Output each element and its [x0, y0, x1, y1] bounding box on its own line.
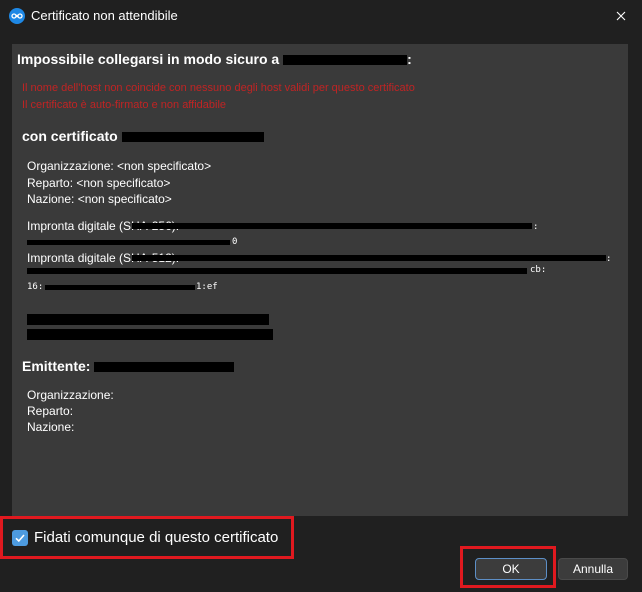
fingerprint-sha512-sep: : — [606, 254, 612, 264]
connection-heading: Impossibile collegarsi in modo sicuro a … — [17, 51, 412, 67]
close-icon — [616, 11, 626, 21]
redacted-fingerprint-sha512-a — [132, 255, 606, 261]
issuer-heading: Emittente: — [22, 358, 235, 374]
error-hostname-mismatch: Il nome dell'host non coincide con nessu… — [22, 82, 415, 94]
fingerprint-sha512-line3-end: 1:ef — [196, 282, 218, 292]
subject-nation: Nazione: <non specificato> — [27, 192, 172, 206]
cancel-button[interactable]: Annulla — [558, 558, 628, 580]
redacted-fingerprint-sha512-b — [27, 268, 527, 274]
trust-certificate-row[interactable]: Fidati comunque di questo certificato — [0, 516, 294, 559]
redacted-issuer-name — [94, 362, 235, 373]
window-title: Certificato non attendibile — [31, 8, 178, 23]
redacted-host — [283, 55, 408, 66]
fingerprint-sha256-end: 0 — [232, 237, 238, 247]
nextcloud-icon — [9, 8, 25, 24]
issuer-organization: Organizzazione: — [27, 388, 114, 402]
fingerprint-sha256-sep: : — [533, 222, 539, 232]
redacted-fingerprint-sha512-c — [45, 285, 195, 290]
certificate-details-panel[interactable]: Impossibile collegarsi in modo sicuro a … — [12, 44, 628, 516]
close-button[interactable] — [610, 6, 632, 26]
ok-button[interactable]: OK — [475, 558, 547, 580]
subject-department: Reparto: <non specificato> — [27, 176, 171, 190]
certificate-heading: con certificato — [22, 128, 264, 144]
redacted-fingerprint-sha256-b — [27, 240, 230, 245]
trust-certificate-checkbox[interactable] — [12, 530, 28, 546]
subject-organization: Organizzazione: <non specificato> — [27, 159, 212, 173]
redacted-fingerprint-sha256-a — [132, 223, 532, 229]
fingerprint-sha512-line2-end: cb: — [530, 265, 547, 275]
redacted-validity-end — [27, 329, 273, 340]
title-bar: Certificato non attendibile — [0, 0, 642, 32]
fingerprint-sha512-line3-start: 16: — [27, 282, 44, 292]
issuer-nation: Nazione: — [27, 420, 75, 434]
error-self-signed: Il certificato è auto-firmato e non affi… — [22, 99, 227, 111]
redacted-validity-start — [27, 314, 269, 325]
issuer-department: Reparto: — [27, 404, 74, 418]
checkmark-icon — [15, 534, 25, 543]
redacted-certificate-name — [121, 132, 264, 143]
trust-certificate-label[interactable]: Fidati comunque di questo certificato — [34, 529, 278, 546]
